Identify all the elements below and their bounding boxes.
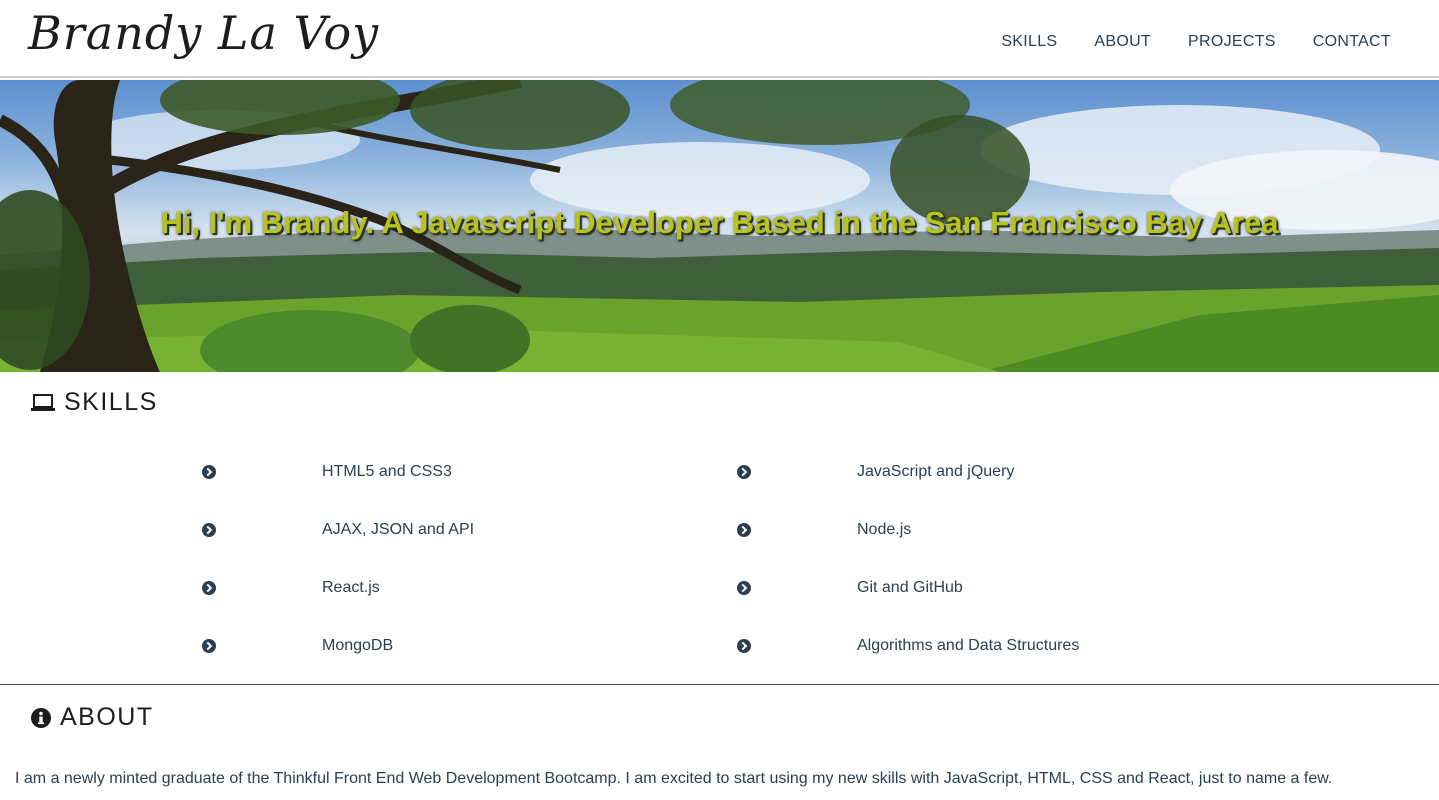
laptop-icon <box>31 393 55 411</box>
about-heading: ABOUT <box>31 703 154 732</box>
nav-about-link[interactable]: ABOUT <box>1094 33 1151 51</box>
chevron-circle-right-icon <box>202 523 216 537</box>
site-header: Brandy La Voy SKILLS ABOUT PROJECTS CONT… <box>0 0 1439 78</box>
skills-section: SKILLS HTML5 and CSS3 JavaScript and jQu… <box>0 372 1439 684</box>
hero-title: Hi, I'm Brandy. A Javascript Developer B… <box>160 205 1279 240</box>
skill-item: AJAX, JSON and API <box>322 521 475 538</box>
skill-item: Git and GitHub <box>857 579 963 596</box>
skill-item: Node.js <box>857 521 912 538</box>
skills-title: SKILLS <box>64 388 158 416</box>
nav-contact-link[interactable]: CONTACT <box>1313 33 1391 51</box>
info-circle-icon <box>31 707 51 728</box>
site-logo[interactable]: Brandy La Voy <box>28 6 379 60</box>
skill-item: MongoDB <box>322 637 394 654</box>
about-paragraph: I am a newly minted graduate of the Thin… <box>15 770 1333 787</box>
main-nav: SKILLS ABOUT PROJECTS CONTACT <box>1001 33 1391 51</box>
about-title: ABOUT <box>60 703 154 731</box>
skill-item: React.js <box>322 579 380 596</box>
chevron-circle-right-icon <box>202 581 216 595</box>
chevron-circle-right-icon <box>202 465 216 479</box>
skill-item: JavaScript and jQuery <box>857 463 1015 480</box>
chevron-circle-right-icon <box>202 639 216 653</box>
nav-projects-link[interactable]: PROJECTS <box>1188 33 1276 51</box>
chevron-circle-right-icon <box>737 465 751 479</box>
section-divider <box>0 684 1439 685</box>
hero-banner: Hi, I'm Brandy. A Javascript Developer B… <box>0 80 1439 372</box>
chevron-circle-right-icon <box>737 639 751 653</box>
skill-item: HTML5 and CSS3 <box>322 463 452 480</box>
chevron-circle-right-icon <box>737 523 751 537</box>
chevron-circle-right-icon <box>737 581 751 595</box>
nav-skills-link[interactable]: SKILLS <box>1001 33 1057 51</box>
skill-item: Algorithms and Data Structures <box>857 637 1080 654</box>
skills-heading: SKILLS <box>31 388 158 417</box>
